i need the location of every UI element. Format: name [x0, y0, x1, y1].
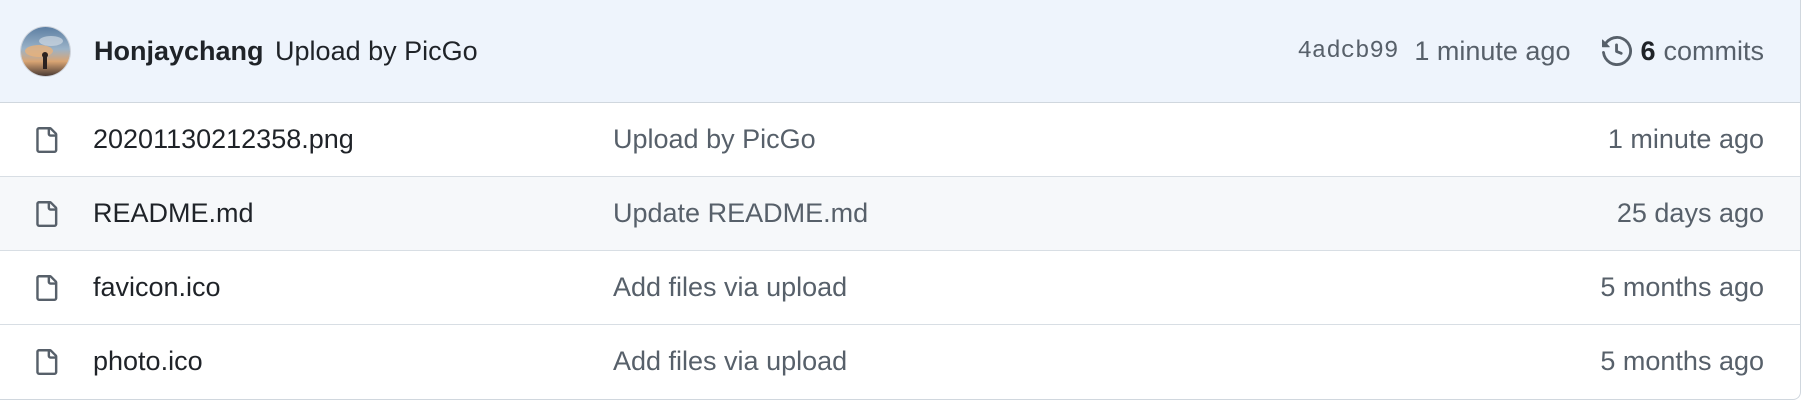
file-row[interactable]: favicon.ico Add files via upload 5 month…	[0, 251, 1800, 325]
file-icon	[32, 124, 60, 156]
file-commit-message[interactable]: Add files via upload	[613, 346, 847, 377]
author-avatar[interactable]	[21, 26, 70, 76]
file-name[interactable]: README.md	[93, 198, 613, 229]
latest-commit-header: Honjaychang Upload by PicGo 4adcb99 1 mi…	[0, 0, 1800, 103]
file-icon	[32, 272, 60, 304]
commits-history-link[interactable]: 6 commits	[1602, 36, 1764, 67]
file-row[interactable]: README.md Update README.md 25 days ago	[0, 177, 1800, 251]
commit-message[interactable]: Upload by PicGo	[275, 36, 478, 66]
file-icon	[32, 198, 60, 230]
file-name[interactable]: photo.ico	[93, 346, 613, 377]
commit-sha[interactable]: 4adcb99	[1298, 38, 1399, 65]
commit-author[interactable]: Honjaychang	[94, 36, 264, 66]
file-age: 5 months ago	[1600, 272, 1764, 302]
commit-info: Honjaychang Upload by PicGo	[94, 36, 478, 67]
file-age: 5 months ago	[1600, 346, 1764, 376]
file-age: 1 minute ago	[1607, 124, 1764, 154]
history-icon	[1602, 36, 1633, 66]
avatar-image	[21, 26, 70, 76]
file-commit-message[interactable]: Add files via upload	[613, 272, 847, 303]
file-name[interactable]: favicon.ico	[93, 272, 613, 303]
file-commit-message[interactable]: Update README.md	[613, 198, 868, 229]
file-age: 25 days ago	[1616, 198, 1764, 228]
file-icon	[32, 346, 60, 378]
file-name[interactable]: 20201130212358.png	[93, 124, 613, 155]
file-row[interactable]: 20201130212358.png Upload by PicGo 1 min…	[0, 103, 1800, 177]
repo-file-list: Honjaychang Upload by PicGo 4adcb99 1 mi…	[0, 0, 1801, 400]
file-row[interactable]: photo.ico Add files via upload 5 months …	[0, 325, 1800, 398]
commits-label: commits	[1663, 35, 1765, 66]
commit-count: 6	[1640, 35, 1656, 66]
commit-meta: 4adcb99 1 minute ago 6 commits	[1298, 36, 1764, 67]
commit-age: 1 minute ago	[1414, 35, 1571, 66]
file-commit-message[interactable]: Upload by PicGo	[613, 124, 816, 155]
